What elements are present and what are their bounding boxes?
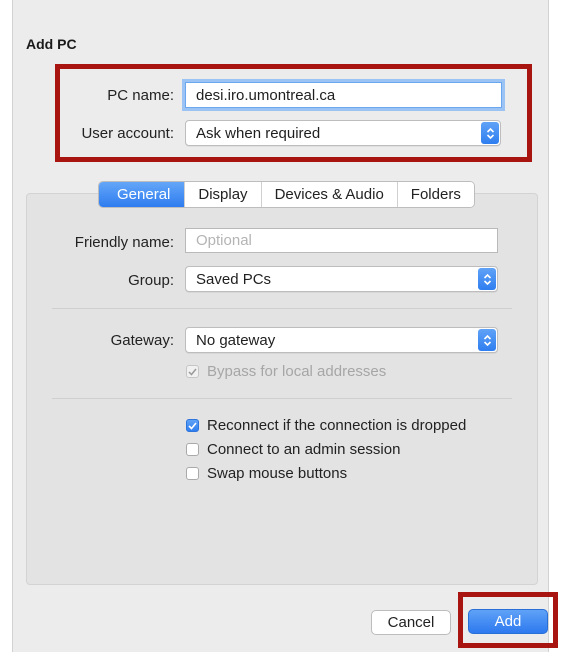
section-divider bbox=[52, 398, 512, 399]
pc-name-label: PC name: bbox=[107, 87, 174, 104]
tab-display[interactable]: Display bbox=[184, 182, 261, 207]
tab-general[interactable]: General bbox=[99, 182, 185, 207]
checkmark-icon bbox=[186, 365, 199, 378]
group-select[interactable]: Saved PCs bbox=[185, 266, 498, 292]
checkbox-box bbox=[186, 467, 199, 480]
gateway-value: No gateway bbox=[196, 331, 276, 349]
friendly-name-label: Friendly name: bbox=[74, 234, 174, 251]
chevron-updown-icon bbox=[481, 122, 499, 144]
tab-folders[interactable]: Folders bbox=[396, 182, 474, 207]
tab-bar: General Display Devices & Audio Folders bbox=[98, 181, 475, 208]
user-account-label: User account: bbox=[81, 125, 174, 142]
checkmark-icon bbox=[186, 419, 199, 432]
connection-highlight bbox=[55, 64, 532, 162]
pc-name-value: desi.iro.umontreal.ca bbox=[196, 86, 336, 104]
group-value: Saved PCs bbox=[196, 270, 272, 288]
reconnect-checkbox[interactable]: Reconnect if the connection is dropped bbox=[186, 417, 466, 434]
friendly-name-field[interactable]: Optional bbox=[185, 228, 498, 253]
swap-mouse-checkbox[interactable]: Swap mouse buttons bbox=[186, 465, 347, 482]
gateway-select[interactable]: No gateway bbox=[185, 327, 498, 353]
admin-session-checkbox[interactable]: Connect to an admin session bbox=[186, 441, 400, 458]
friendly-name-placeholder: Optional bbox=[196, 232, 252, 249]
user-account-select[interactable]: Ask when required bbox=[185, 120, 501, 146]
chevron-updown-icon bbox=[478, 268, 496, 290]
admin-session-label: Connect to an admin session bbox=[207, 441, 401, 458]
swap-mouse-label: Swap mouse buttons bbox=[207, 465, 348, 482]
section-divider bbox=[52, 308, 512, 309]
bypass-local-checkbox[interactable]: Bypass for local addresses bbox=[186, 363, 386, 380]
tab-devices-audio[interactable]: Devices & Audio bbox=[260, 182, 397, 207]
reconnect-label: Reconnect if the connection is dropped bbox=[207, 417, 467, 434]
checkbox-box bbox=[186, 443, 199, 456]
add-button[interactable]: Add bbox=[468, 609, 548, 634]
chevron-updown-icon bbox=[478, 329, 496, 351]
dialog-title: Add PC bbox=[26, 36, 77, 52]
bypass-local-label: Bypass for local addresses bbox=[207, 363, 387, 380]
user-account-value: Ask when required bbox=[196, 124, 321, 142]
pc-name-field[interactable]: desi.iro.umontreal.ca bbox=[185, 82, 502, 108]
cancel-button[interactable]: Cancel bbox=[371, 610, 451, 635]
group-label: Group: bbox=[128, 272, 174, 289]
gateway-label: Gateway: bbox=[110, 332, 174, 349]
